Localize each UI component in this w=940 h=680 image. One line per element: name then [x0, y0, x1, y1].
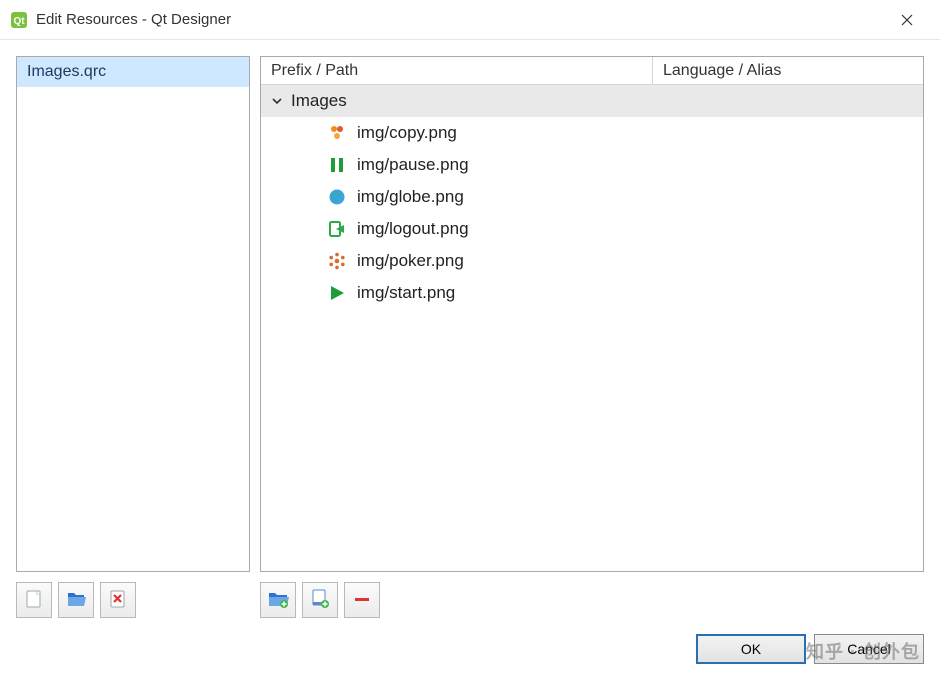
header-language-alias[interactable]: Language / Alias: [653, 57, 923, 84]
cancel-button[interactable]: Cancel: [814, 634, 924, 664]
resource-toolbar: [260, 582, 380, 618]
add-prefix-button[interactable]: [260, 582, 296, 618]
window-title: Edit Resources - Qt Designer: [36, 11, 231, 28]
pause-icon: [323, 156, 351, 174]
resource-item-path: img/pause.png: [351, 155, 469, 175]
resource-item[interactable]: img/pause.png: [261, 149, 923, 181]
qrc-file-label: Images.qrc: [27, 63, 106, 80]
resource-item-path: img/globe.png: [351, 187, 464, 207]
resource-item-path: img/logout.png: [351, 219, 469, 239]
close-icon: [901, 14, 913, 26]
prefix-label: Images: [287, 91, 347, 111]
open-qrc-button[interactable]: [58, 582, 94, 618]
resource-item[interactable]: img/poker.png: [261, 245, 923, 277]
titlebar: Qt Edit Resources - Qt Designer: [0, 0, 940, 40]
resource-item[interactable]: img/start.png: [261, 277, 923, 309]
remove-item-button[interactable]: [344, 582, 380, 618]
dialog-body: Images.qrc Prefix / Path Language / Alia…: [0, 40, 940, 680]
qrc-toolbar: [16, 582, 250, 618]
prefix-row[interactable]: Images: [261, 85, 923, 117]
new-qrc-button[interactable]: [16, 582, 52, 618]
dialog-buttons: OK Cancel: [16, 634, 924, 664]
globe-icon: [323, 188, 351, 206]
resource-item[interactable]: img/globe.png: [261, 181, 923, 213]
add-folder-icon: [267, 588, 289, 613]
resource-item-path: img/copy.png: [351, 123, 457, 143]
resource-tree-panel: Prefix / Path Language / Alias Images im…: [260, 56, 924, 572]
chevron-down-icon[interactable]: [267, 95, 287, 107]
poker-icon: [323, 252, 351, 270]
start-icon: [323, 284, 351, 302]
add-file-icon: [309, 588, 331, 613]
resource-tree[interactable]: Images img/copy.png img/pause.png img/glob…: [261, 85, 923, 571]
resource-item-path: img/poker.png: [351, 251, 464, 271]
resource-item[interactable]: img/logout.png: [261, 213, 923, 245]
main-row: Images.qrc Prefix / Path Language / Alia…: [16, 56, 924, 572]
resource-item-path: img/start.png: [351, 283, 455, 303]
column-headers: Prefix / Path Language / Alias: [261, 57, 923, 85]
logout-icon: [323, 220, 351, 238]
ok-button[interactable]: OK: [696, 634, 806, 664]
minus-icon: [351, 588, 373, 613]
qrc-file-item[interactable]: Images.qrc: [17, 57, 249, 87]
resource-item[interactable]: img/copy.png: [261, 117, 923, 149]
close-button[interactable]: [884, 4, 930, 36]
remove-qrc-button[interactable]: [100, 582, 136, 618]
qt-app-icon: Qt: [10, 11, 28, 29]
add-file-button[interactable]: [302, 582, 338, 618]
remove-file-icon: [107, 588, 129, 613]
svg-text:Qt: Qt: [13, 16, 25, 27]
header-prefix-path[interactable]: Prefix / Path: [261, 57, 653, 84]
qrc-list-panel: Images.qrc: [16, 56, 250, 572]
copy-icon: [323, 124, 351, 142]
new-file-icon: [23, 588, 45, 613]
toolbar-row: [16, 582, 924, 620]
open-file-icon: [65, 588, 87, 613]
